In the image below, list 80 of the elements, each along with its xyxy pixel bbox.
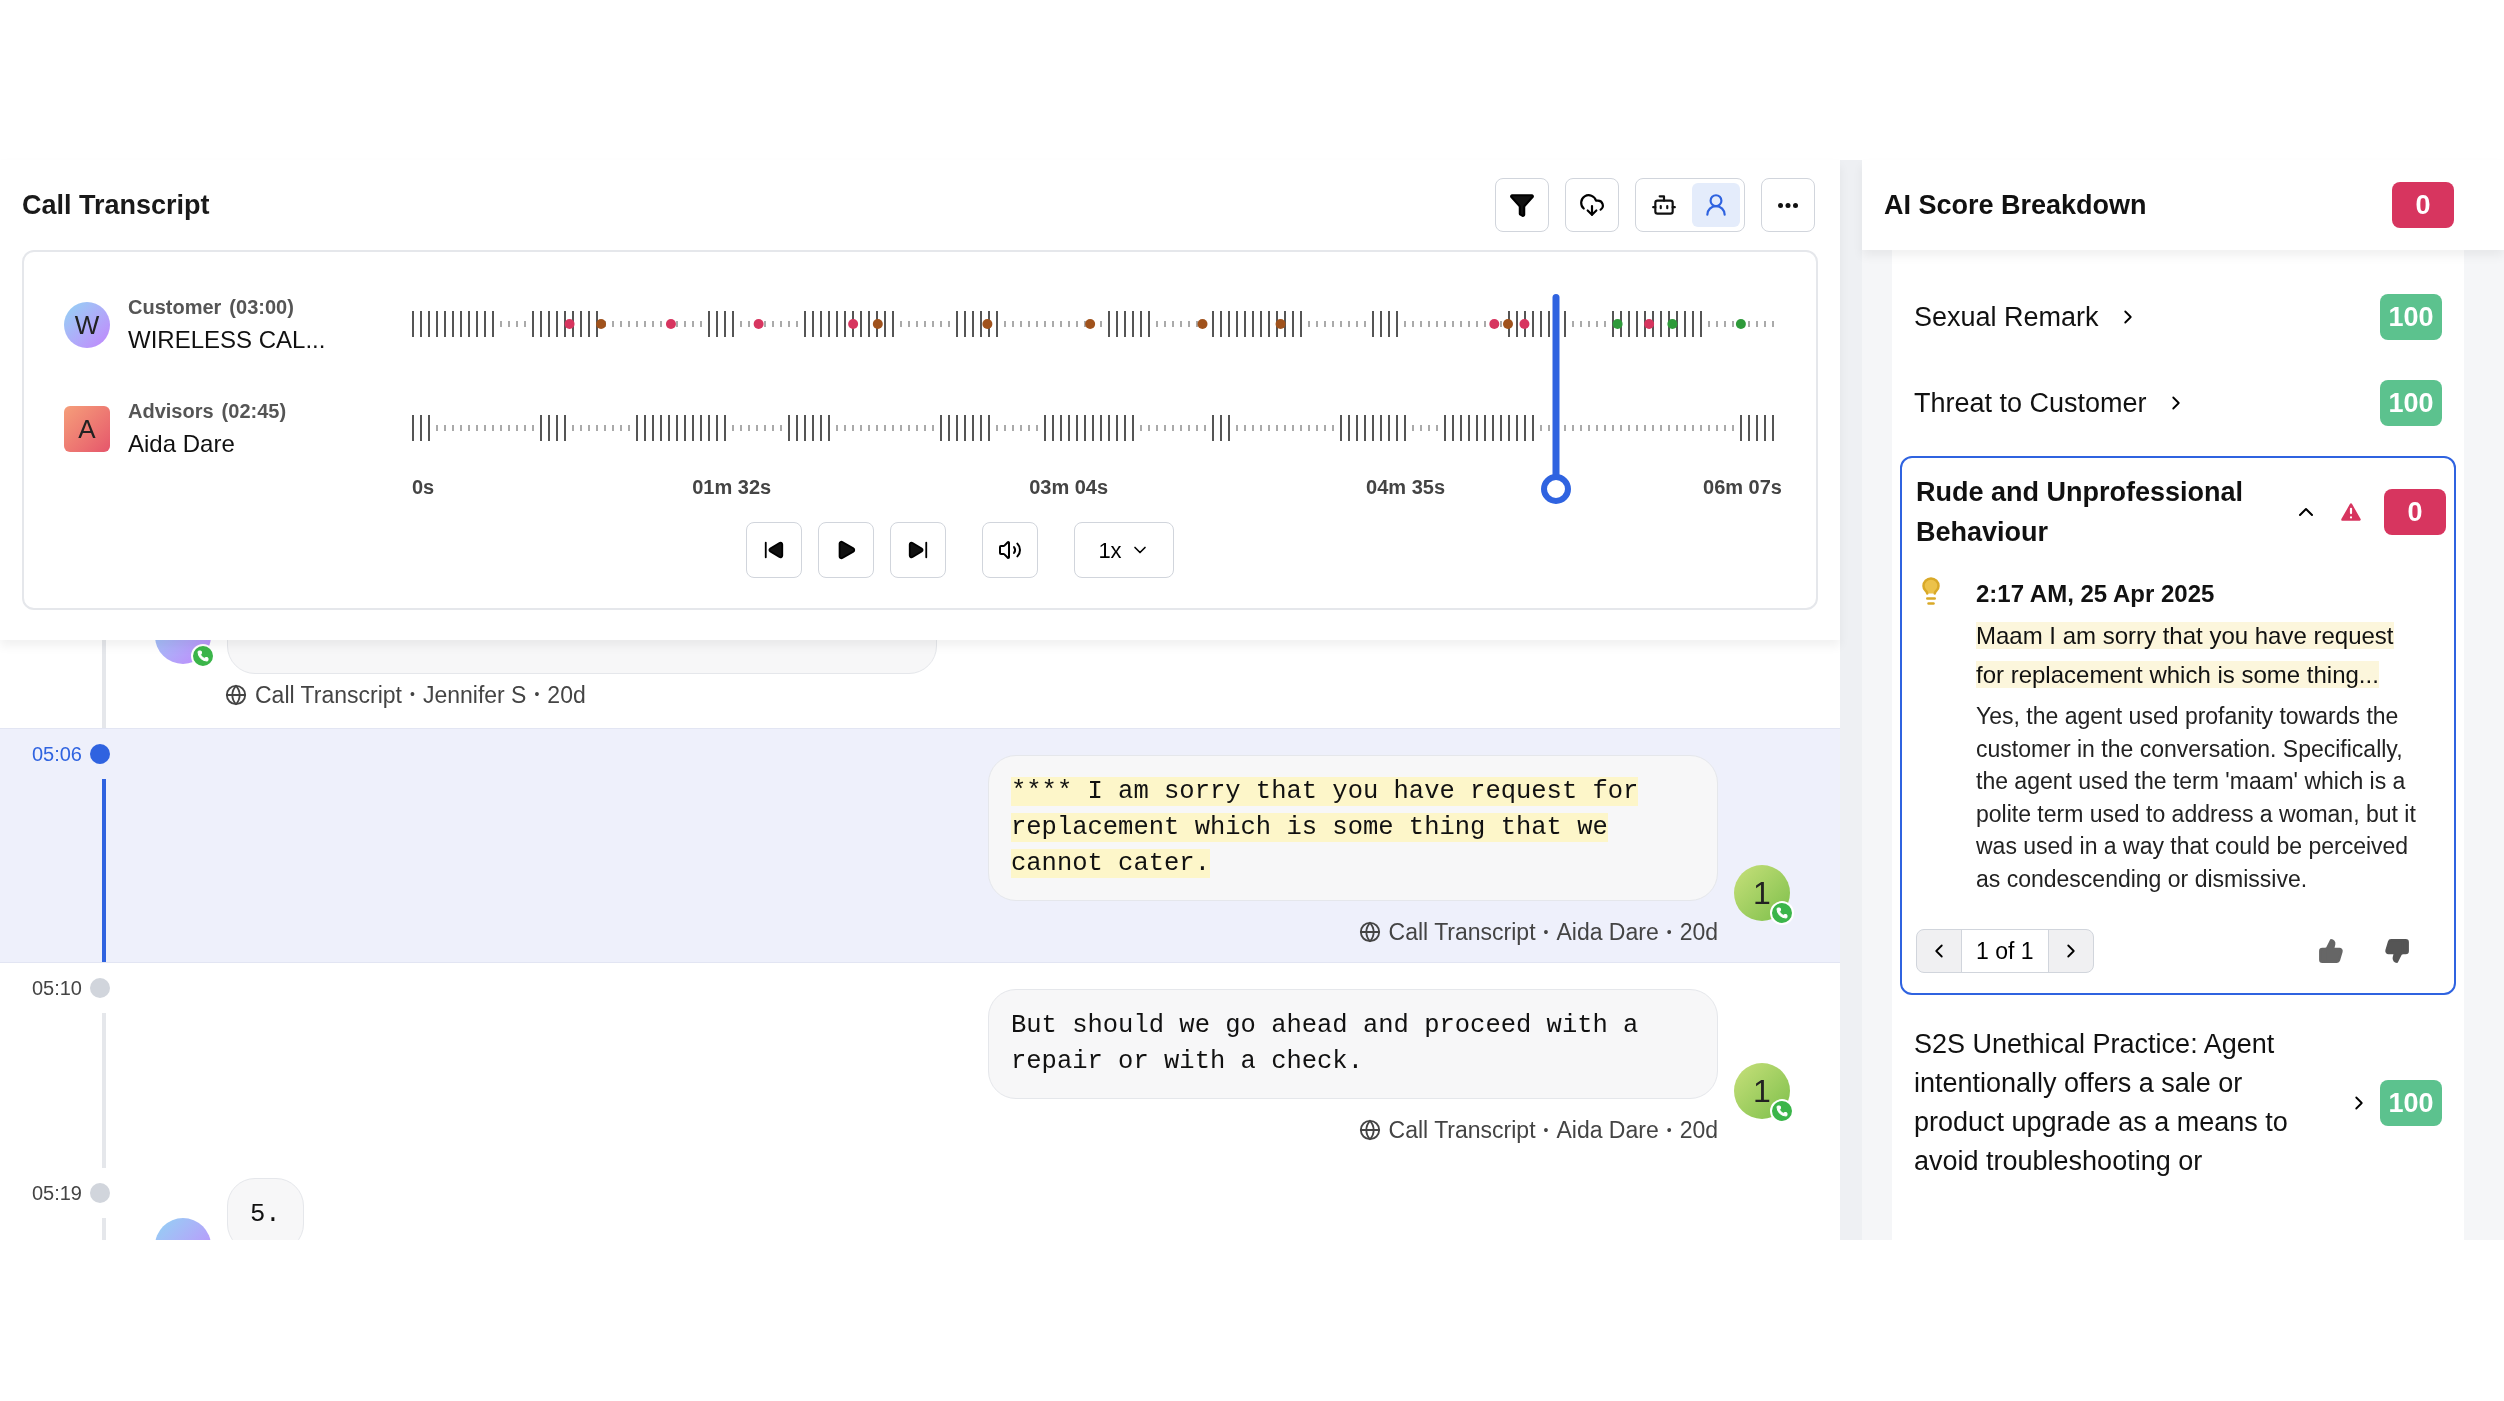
score-badge: 100: [2380, 1080, 2442, 1126]
user-avatar: 1: [1734, 865, 1790, 921]
criteria-row[interactable]: S2S Unethical Practice: Agent intentionally offers a sale or product upgrade as a means to avoid troubleshooting or 100: [1892, 1005, 2464, 1201]
volume-icon: [998, 538, 1022, 562]
criteria-label: Sexual Remark: [1914, 300, 2099, 334]
rewind-button[interactable]: [746, 522, 802, 578]
forward-button[interactable]: [890, 522, 946, 578]
filter-button[interactable]: [1495, 178, 1549, 232]
message-bubble: But should we go ahead and proceed with a repair or with a check.: [988, 989, 1718, 1099]
time-tick: 01m 32s: [692, 475, 772, 500]
user-avatar: 1: [1734, 1063, 1790, 1119]
criteria-row[interactable]: Sexual Remark 100: [1892, 274, 2464, 360]
thumbs-down-icon[interactable]: [2384, 938, 2410, 964]
criteria-row[interactable]: Threat to Customer 100: [1892, 360, 2464, 446]
globe-icon: [225, 683, 247, 706]
panel-title: Call Transcript: [22, 188, 210, 222]
time-tick: 06m 07s: [1703, 475, 1782, 500]
event-time: 2:17 AM, 25 Apr 2025: [1976, 579, 2216, 609]
message-age: 20d: [547, 680, 586, 710]
message-source: Call Transcript: [255, 680, 402, 710]
criteria-label: Threat to Customer: [1914, 386, 2147, 420]
skip-forward-icon: [907, 539, 929, 561]
thumbs-up-icon[interactable]: [2318, 938, 2344, 964]
volume-button[interactable]: [982, 522, 1038, 578]
score-badge: 0: [2384, 489, 2446, 535]
separator-dot: •: [410, 685, 415, 705]
cloud-download-icon: [1579, 192, 1605, 218]
panel-title: AI Score Breakdown: [1884, 188, 2147, 222]
message-author: Aida Dare: [1556, 1116, 1659, 1145]
download-button[interactable]: [1565, 178, 1619, 232]
quote-text: Maam I am sorry that you have request for replacement which is some thing...: [1976, 621, 2395, 690]
time-tick: 04m 35s: [1366, 475, 1446, 500]
message-source: Call Transcript: [1388, 1116, 1536, 1145]
playhead-handle[interactable]: [1540, 474, 1571, 504]
globe-icon: [1358, 921, 1381, 944]
message-bubble: **** I am sorry that you have request for replacement which is some thing that we cannot cater.: [988, 755, 1718, 901]
phone-badge-icon: [1770, 1099, 1794, 1123]
speaker-name: WIRELESS CAL...: [128, 325, 326, 355]
score-badge: 100: [2380, 380, 2442, 426]
message-source: Call Transcript: [1388, 918, 1536, 947]
criteria-label: S2S Unethical Practice: Agent intentionally offers a sale or product upgrade as a means to avoid troubleshooting or: [1914, 1028, 2289, 1178]
skip-back-icon: [763, 539, 785, 561]
filter-icon: [1509, 192, 1535, 218]
speaker-avatar: A: [64, 406, 110, 452]
more-button[interactable]: [1761, 178, 1815, 232]
agent-view-tab[interactable]: [1692, 183, 1740, 227]
separator-dot: •: [1666, 922, 1672, 942]
message-age: 20d: [1679, 1116, 1718, 1145]
person-icon: [1703, 192, 1729, 218]
score-badge: 100: [2380, 294, 2442, 340]
message-author: Jennifer S: [422, 680, 527, 710]
phone-badge-icon: [1770, 901, 1794, 925]
timestamp: 05:06: [30, 742, 82, 767]
message-author: Aida Dare: [1556, 918, 1659, 947]
message-age: 20d: [1679, 918, 1718, 947]
speaker-duration: (03:00): [229, 295, 294, 320]
separator-dot: •: [534, 685, 540, 705]
separator-dot: •: [1666, 1120, 1672, 1140]
explanation-text: Yes, the agent used profanity towards the customer in the conversation. Specifically, the agent used the term 'maam' which is a polite term used to address a woman, but it was used in a way that could be perceived as condescending or dismissive.: [1976, 702, 2417, 894]
score-badge: 0: [2392, 182, 2454, 228]
page-indicator: 1 of 1: [1961, 930, 2049, 972]
separator-dot: •: [1543, 922, 1549, 942]
separator-dot: •: [1543, 1120, 1549, 1140]
speaker-duration: (02:45): [221, 399, 287, 424]
message-bubble: 5.: [227, 1178, 304, 1240]
timestamp: 05:10: [30, 976, 82, 1001]
criteria-title: Rude and Unprofessional Behaviour: [1916, 476, 2245, 549]
time-tick: 03m 04s: [1029, 475, 1109, 500]
play-button[interactable]: [818, 522, 874, 578]
globe-icon: [1358, 1119, 1381, 1142]
speaker-name: Aida Dare: [128, 429, 236, 459]
transcript-row[interactable]: 05:06 **** I am sorry that you have request for replacement which is some thing that we cannot cater. 1 Call Transcript • Aida Dare • 20d: [0, 728, 1840, 963]
more-icon: [1778, 202, 1798, 208]
robot-icon: [1651, 192, 1677, 218]
time-tick: 0s: [412, 475, 435, 500]
speed-dropdown[interactable]: 1x: [1074, 522, 1174, 578]
speaker-role: Advisors: [128, 399, 214, 424]
speaker-avatar: W: [64, 302, 110, 348]
timestamp: 05:19: [30, 1181, 82, 1206]
speaker-role: Customer: [128, 295, 222, 320]
